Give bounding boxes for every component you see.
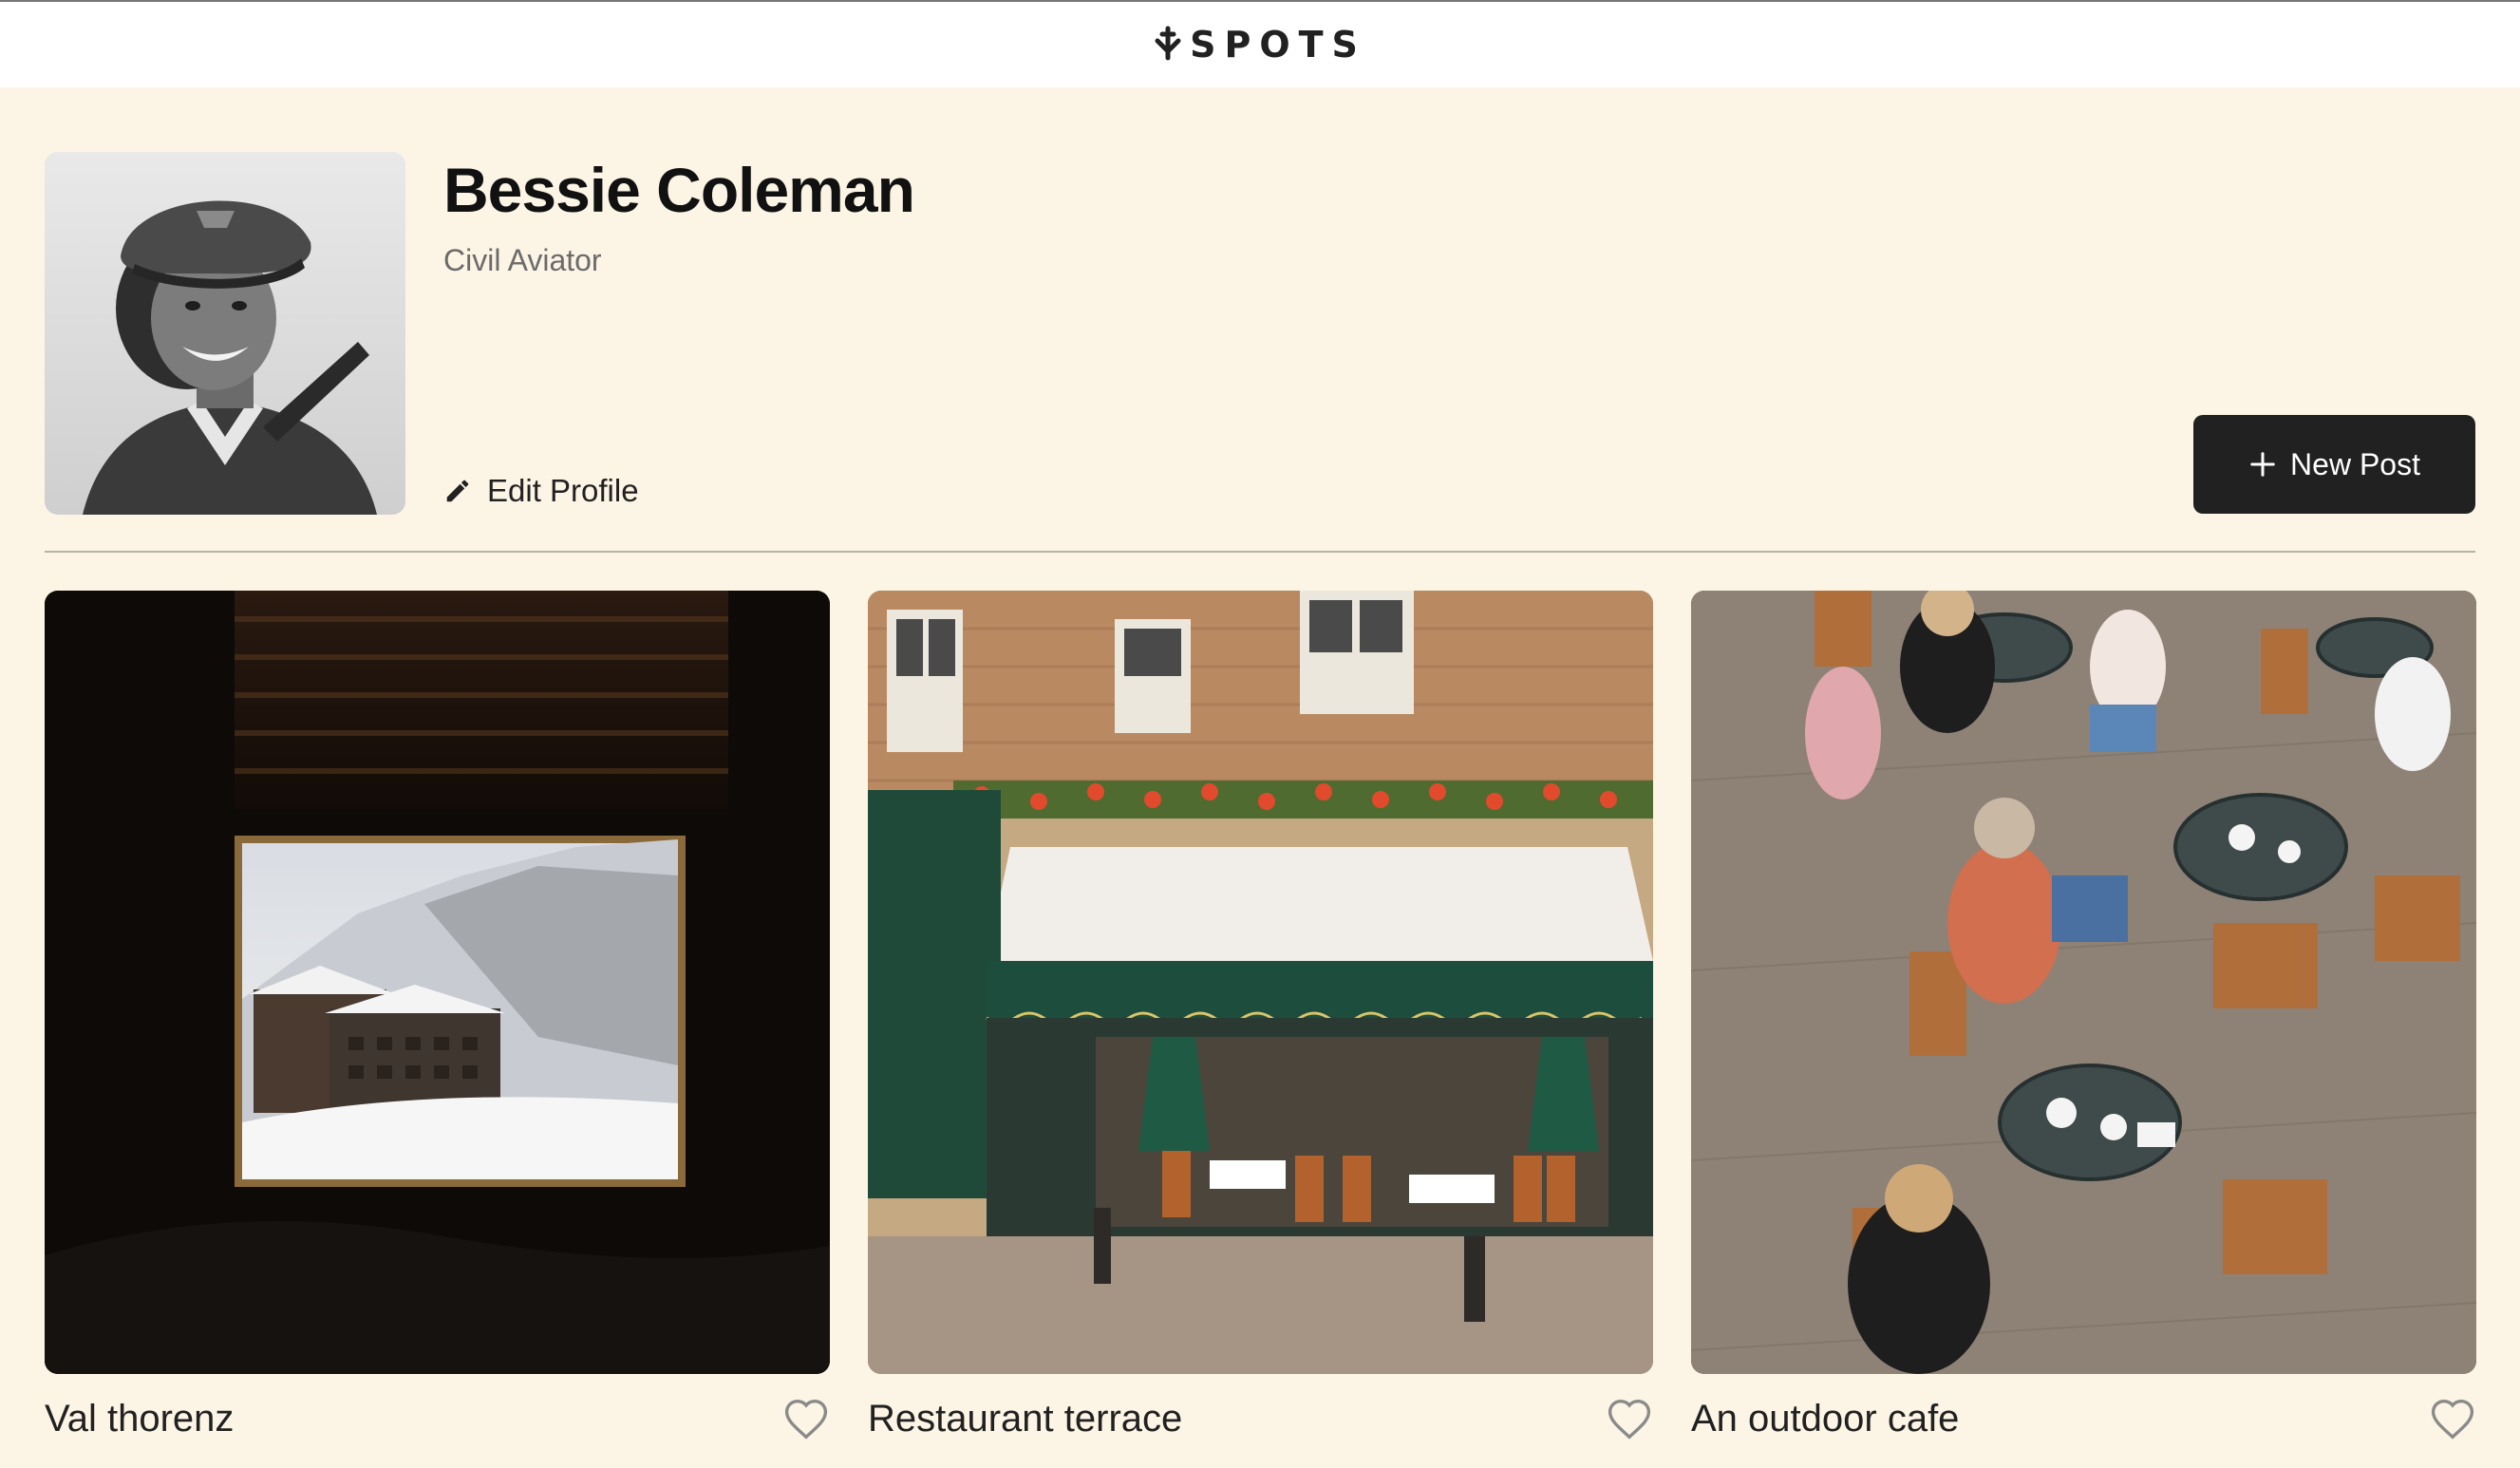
card-footer: An outdoor cafe	[1691, 1374, 2476, 1459]
card-title: An outdoor cafe	[1691, 1397, 1960, 1440]
heart-outline-icon[interactable]	[782, 1397, 830, 1440]
heart-outline-icon[interactable]	[2429, 1397, 2476, 1440]
profile-section: Bessie Coleman Civil Aviator Edit Profil…	[45, 152, 2475, 515]
cards-gallery: Val thorenz Restaurant terrace An outdoo…	[45, 591, 2476, 1459]
spots-logo-mark-icon	[1155, 26, 1181, 61]
card-title: Restaurant terrace	[868, 1397, 1183, 1440]
logo-text: SPOTS	[1190, 24, 1366, 66]
profile-avatar	[45, 152, 405, 515]
new-post-button[interactable]: New Post	[2193, 415, 2475, 514]
profile-description: Civil Aviator	[443, 243, 602, 277]
card: An outdoor cafe	[1691, 591, 2476, 1459]
card-footer: Val thorenz	[45, 1374, 830, 1459]
section-divider	[45, 551, 2475, 553]
card: Restaurant terrace	[868, 591, 1653, 1459]
card-image[interactable]	[1691, 591, 2476, 1374]
pencil-icon	[446, 480, 469, 502]
card-photo-window-view	[45, 591, 830, 1374]
card-title: Val thorenz	[45, 1397, 235, 1440]
edit-profile-button[interactable]: Edit Profile	[443, 473, 639, 509]
card-photo-outdoor-cafe	[1691, 591, 2476, 1374]
avatar-photo	[45, 152, 405, 515]
spots-logo[interactable]: SPOTS	[1154, 24, 1366, 66]
card-footer: Restaurant terrace	[868, 1374, 1653, 1459]
card-photo-restaurant-terrace	[868, 591, 1653, 1374]
card: Val thorenz	[45, 591, 830, 1459]
top-header: SPOTS	[0, 0, 2520, 87]
plus-icon	[2250, 452, 2275, 477]
card-image[interactable]	[868, 591, 1653, 1374]
heart-outline-icon[interactable]	[1606, 1397, 1653, 1440]
card-image[interactable]	[45, 591, 830, 1374]
edit-profile-label: Edit Profile	[487, 473, 639, 508]
profile-name: Bessie Coleman	[443, 155, 915, 225]
new-post-label: New Post	[2290, 446, 2420, 481]
